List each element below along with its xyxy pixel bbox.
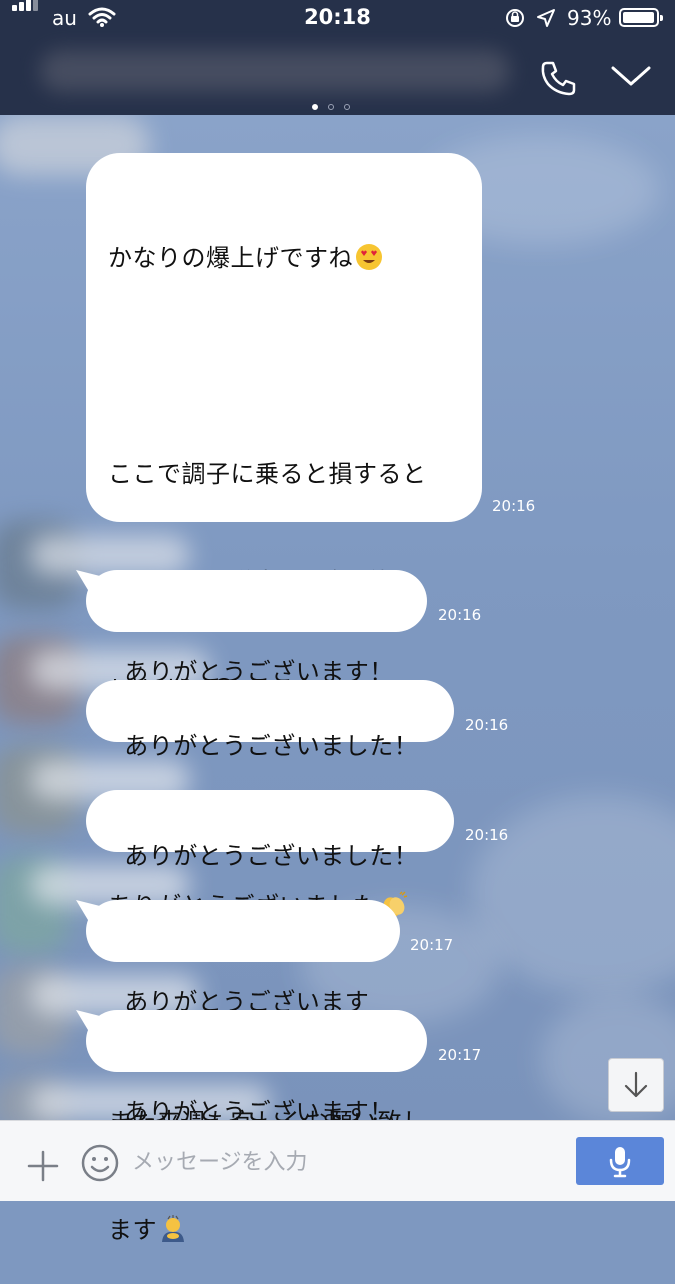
emoji-smile-icon[interactable]: [80, 1143, 120, 1183]
contact-name-blurred: [40, 50, 510, 92]
page-dot: [312, 104, 318, 110]
message-bubble[interactable]: ありがとうございます！: [76, 570, 427, 686]
message-line: かなりの爆上げですね: [108, 240, 472, 276]
battery-percentage: 93%: [567, 6, 612, 30]
scroll-to-bottom-button[interactable]: [608, 1058, 664, 1112]
message-line: [108, 348, 472, 384]
message-bubble[interactable]: かなりの爆上げですね ここで調子に乗ると損すると 思うので、謙虚に2勝で終わ り…: [86, 153, 482, 1244]
page-dot: [328, 104, 334, 110]
message-bubble[interactable]: ありがとうございます！: [76, 1010, 427, 1126]
orientation-lock-icon: [506, 9, 524, 27]
message-time: 20:16: [492, 497, 536, 515]
message-bubble[interactable]: ありがとうございました！: [86, 790, 454, 870]
message-time: 20:17: [438, 1046, 482, 1064]
bowing-person-emoji: [162, 1215, 184, 1242]
message-bubble[interactable]: ありがとうございました！: [86, 680, 454, 760]
page-indicator: [312, 95, 360, 114]
voice-input-button[interactable]: [576, 1137, 664, 1185]
chat-header: [0, 36, 675, 115]
battery-icon: [619, 8, 663, 27]
message-time: 20:17: [410, 936, 454, 954]
message-bubble[interactable]: ありがとうございます: [76, 900, 400, 1016]
message-line: ます: [108, 1212, 472, 1248]
arrow-down-icon: [624, 1071, 648, 1098]
phone-call-icon[interactable]: [538, 58, 578, 98]
heart-eyes-emoji: [356, 244, 382, 270]
message-time: 20:16: [438, 606, 482, 624]
status-bar: au 20:18 93%: [0, 0, 675, 36]
microphone-icon: [609, 1147, 631, 1178]
plus-icon[interactable]: [26, 1149, 60, 1183]
chevron-down-icon[interactable]: [610, 64, 652, 88]
message-time: 20:16: [465, 716, 509, 734]
message-text: ありがとうございました！: [124, 732, 419, 760]
message-line: ここで調子に乗ると損すると: [108, 460, 427, 488]
message-text: ありがとうございました！: [124, 842, 419, 870]
page-dot: [344, 104, 350, 110]
message-input-bar: [0, 1120, 675, 1201]
location-arrow-icon: [537, 9, 555, 27]
message-input[interactable]: [130, 1139, 564, 1185]
message-time: 20:16: [465, 826, 509, 844]
